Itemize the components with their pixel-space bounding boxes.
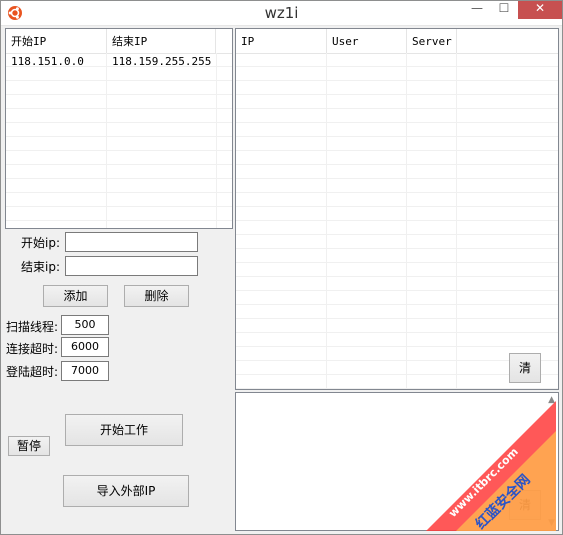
table-row-start-ip[interactable]: 118.151.0.0 [6, 55, 106, 69]
title-bar: wz1i — ☐ ✕ [1, 1, 562, 26]
grid-column-divider [456, 53, 457, 389]
delete-button[interactable]: 删除 [124, 285, 189, 307]
column-header-user[interactable]: User [327, 29, 407, 53]
scroll-up-arrow[interactable]: ▲ [548, 395, 555, 405]
column-header-ip[interactable]: IP [236, 29, 327, 53]
connect-timeout-input[interactable]: 6000 [61, 337, 109, 357]
login-timeout-label: 登陆超时: [6, 365, 59, 379]
threads-input[interactable]: 500 [61, 315, 109, 335]
end-ip-input[interactable] [65, 256, 198, 276]
main-window: wz1i — ☐ ✕ 开始IP 结束IP 118.151.0.0 118.159… [0, 0, 563, 535]
start-work-button[interactable]: 开始工作 [65, 414, 183, 446]
column-header-start-ip[interactable]: 开始IP [6, 29, 107, 53]
maximize-button[interactable]: ☐ [491, 1, 517, 19]
grid-column-divider [106, 53, 107, 228]
pause-button[interactable]: 暂停 [8, 436, 50, 456]
clear-log-button[interactable]: 清 [509, 490, 541, 520]
ip-range-list[interactable]: 开始IP 结束IP 118.151.0.0 118.159.255.255 [5, 28, 233, 229]
scroll-down-arrow[interactable]: ▼ [548, 518, 555, 528]
grid-lines [6, 53, 232, 228]
ip-range-list-header: 开始IP 结束IP [6, 29, 232, 54]
login-timeout-input[interactable]: 7000 [61, 361, 109, 381]
minimize-button[interactable]: — [464, 1, 490, 19]
results-list-header: IP User Server [236, 29, 558, 54]
add-button[interactable]: 添加 [43, 285, 108, 307]
results-list[interactable]: IP User Server 清 [235, 28, 559, 390]
grid-lines [236, 53, 558, 389]
grid-column-divider [406, 53, 407, 389]
log-textbox[interactable]: ▲ ▼ 清 [235, 392, 559, 531]
column-header-end-ip[interactable]: 结束IP [107, 29, 216, 53]
start-ip-label: 开始ip: [21, 236, 60, 250]
grid-column-divider [326, 53, 327, 389]
clear-results-button[interactable]: 清 [509, 353, 541, 383]
grid-column-divider [216, 53, 217, 228]
close-button[interactable]: ✕ [518, 1, 562, 19]
connect-timeout-label: 连接超时: [6, 342, 59, 356]
import-ip-button[interactable]: 导入外部IP [63, 475, 189, 507]
table-row-end-ip[interactable]: 118.159.255.255 [107, 55, 221, 69]
start-ip-input[interactable] [65, 232, 198, 252]
end-ip-label: 结束ip: [21, 260, 60, 274]
threads-label: 扫描线程: [6, 320, 59, 334]
column-header-server[interactable]: Server [407, 29, 457, 53]
